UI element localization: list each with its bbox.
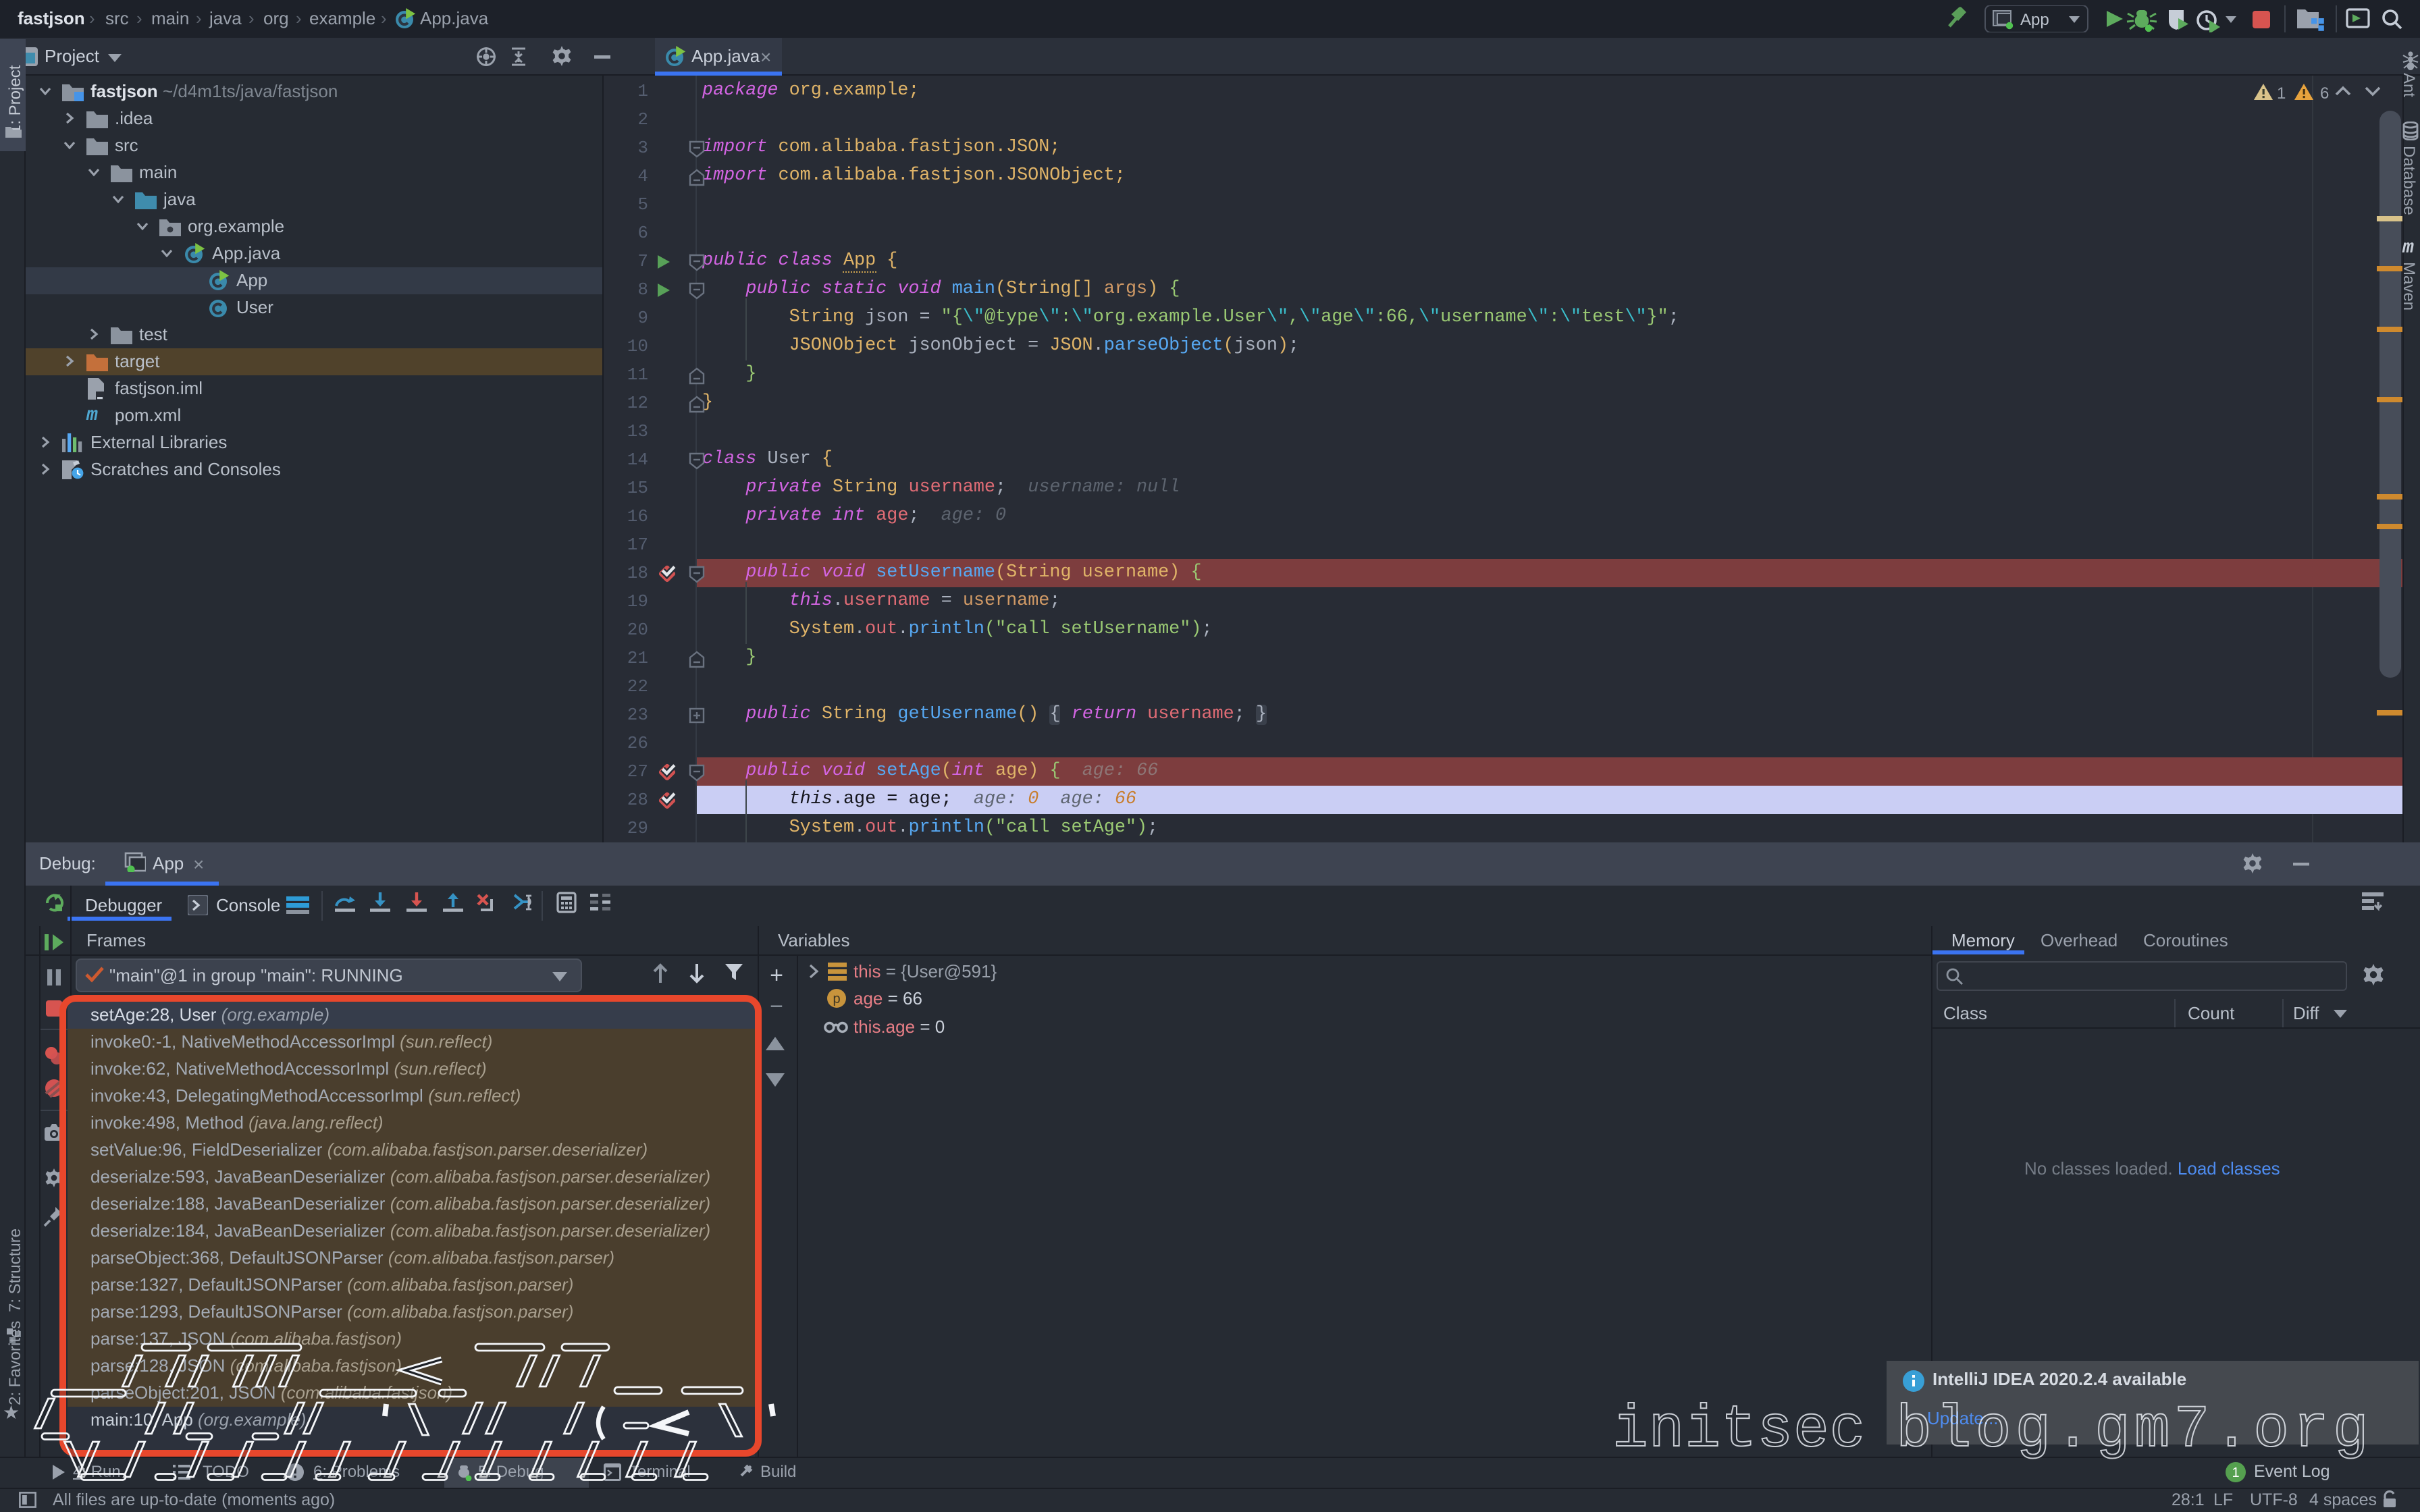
svg-text:1: 1	[2277, 84, 2286, 103]
svg-text:App: App	[2020, 11, 2049, 29]
svg-text:6: 6	[2320, 84, 2329, 103]
svg-text:1: 1	[2232, 1465, 2239, 1480]
